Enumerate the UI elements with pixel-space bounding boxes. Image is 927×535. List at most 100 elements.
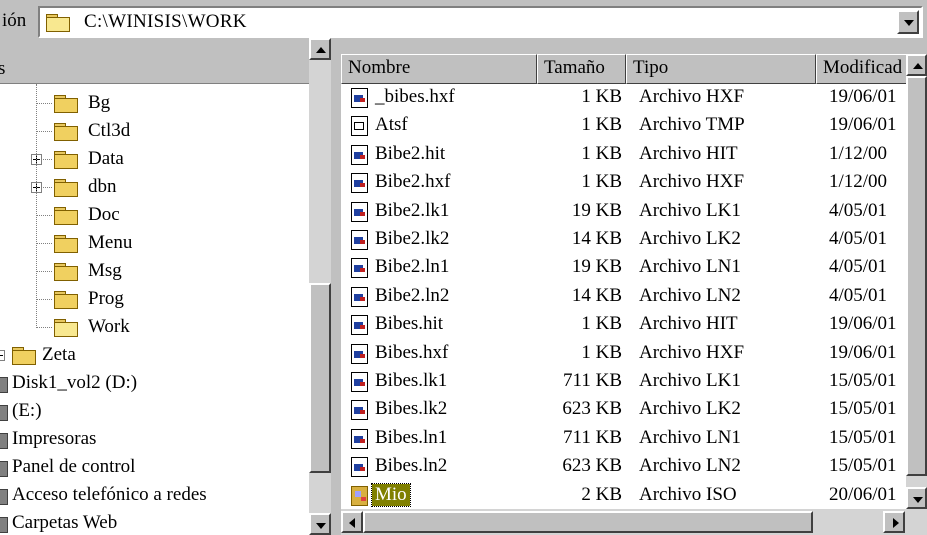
list-horizontal-scrollbar[interactable] xyxy=(341,509,927,535)
tree-item[interactable]: Panel de control xyxy=(0,455,309,481)
tree-header-label: s xyxy=(0,58,6,79)
scroll-up-button[interactable] xyxy=(906,54,927,76)
file-list[interactable]: Nombre Tamaño Tipo Modificad _bibes.hxf 1… xyxy=(341,54,927,535)
file-row[interactable]: Bibes.hit 1 KB Archivo HIT 19/06/01 xyxy=(341,312,907,338)
file-icon xyxy=(351,286,368,307)
tree-item[interactable]: Acceso telefónico a redes xyxy=(0,483,309,509)
file-type: Archivo ISO xyxy=(639,483,737,505)
folder-icon xyxy=(12,347,36,365)
file-row[interactable]: Bibes.hxf 1 KB Archivo HXF 19/06/01 xyxy=(341,341,907,367)
web-folders-icon xyxy=(0,517,8,533)
tree-item[interactable]: Work xyxy=(0,315,309,341)
file-row[interactable]: Mio 2 KB Archivo ISO 20/06/01 xyxy=(341,482,907,509)
tree-item[interactable]: Disk1_vol2 (D:) xyxy=(0,371,309,397)
tree-item[interactable]: Carpetas Web xyxy=(0,511,309,535)
address-dropdown-button[interactable] xyxy=(897,10,919,34)
control-panel-icon xyxy=(0,461,8,477)
drive-icon xyxy=(0,405,8,421)
tree-item-label: Ctl3d xyxy=(88,120,131,141)
folder-icon xyxy=(46,13,72,33)
file-icon xyxy=(351,258,368,279)
tree-header: s xyxy=(0,54,331,84)
file-size: 711 KB xyxy=(563,426,622,448)
scroll-up-button[interactable] xyxy=(309,38,331,60)
tree-item-label: Acceso telefónico a redes xyxy=(12,484,207,505)
folder-tree[interactable]: s Bg Ctl3d Data dbn Doc Menu Msg Prog Work Zeta Di… xyxy=(0,54,331,535)
scroll-down-button[interactable] xyxy=(906,487,927,509)
file-modified: 4/05/01 xyxy=(829,256,888,278)
address-combobox[interactable]: C:\WINISIS\WORK xyxy=(38,6,923,38)
file-row[interactable]: Atsf 1 KB Archivo TMP 19/06/01 xyxy=(341,113,907,139)
file-type: Archivo HXF xyxy=(639,86,745,107)
file-type: Archivo LK2 xyxy=(639,398,741,420)
address-path[interactable]: C:\WINISIS\WORK xyxy=(84,11,247,33)
file-modified: 15/05/01 xyxy=(829,455,897,477)
file-row[interactable]: Bibe2.lk2 14 KB Archivo LK2 4/05/01 xyxy=(341,227,907,253)
file-type: Archivo HIT xyxy=(639,142,738,164)
file-name: Atsf xyxy=(375,114,408,136)
column-header-modified[interactable]: Modificad xyxy=(816,54,916,84)
file-name: Bibe2.lk2 xyxy=(375,228,450,249)
tree-item[interactable]: Impresoras xyxy=(0,427,309,453)
tree-item[interactable]: Data xyxy=(0,147,309,173)
column-header-name[interactable]: Nombre xyxy=(341,54,537,84)
file-row[interactable]: Bibes.lk1 711 KB Archivo LK1 15/05/01 xyxy=(341,369,907,395)
cd-drive-icon xyxy=(0,377,8,393)
tree-item[interactable]: Doc xyxy=(0,203,309,229)
list-vertical-scrollbar[interactable] xyxy=(906,54,927,509)
pane-splitter[interactable] xyxy=(331,48,341,535)
folder-icon xyxy=(54,207,78,225)
tree-item[interactable]: Bg xyxy=(0,91,309,117)
file-row[interactable]: Bibe2.ln2 14 KB Archivo LN2 4/05/01 xyxy=(341,284,907,310)
tree-item[interactable]: Menu xyxy=(0,231,309,257)
scroll-thumb[interactable] xyxy=(363,511,813,533)
tree-item[interactable]: Prog xyxy=(0,287,309,313)
file-type: Archivo LK2 xyxy=(639,228,741,249)
column-header-type[interactable]: Tipo xyxy=(626,54,816,84)
file-row[interactable]: Bibe2.hit 1 KB Archivo HIT 1/12/00 xyxy=(341,142,907,168)
file-type: Archivo LN2 xyxy=(639,455,741,477)
scroll-thumb[interactable] xyxy=(906,76,927,476)
file-size: 1 KB xyxy=(581,142,622,164)
tree-item[interactable]: (E:) xyxy=(0,399,309,425)
tree-item-label: Panel de control xyxy=(12,456,136,477)
file-modified: 4/05/01 xyxy=(829,199,888,221)
scroll-right-button[interactable] xyxy=(883,511,905,533)
file-row[interactable]: Bibes.ln1 711 KB Archivo LN1 15/05/01 xyxy=(341,426,907,452)
file-row[interactable]: Bibe2.hxf 1 KB Archivo HXF 1/12/00 xyxy=(341,170,907,196)
expand-plus-icon[interactable] xyxy=(0,350,5,361)
open-folder-icon xyxy=(54,319,78,337)
file-icon xyxy=(351,315,368,336)
file-size: 19 KB xyxy=(571,199,622,221)
scroll-thumb[interactable] xyxy=(309,283,331,473)
file-size: 711 KB xyxy=(563,370,622,391)
tree-item[interactable]: Ctl3d xyxy=(0,119,309,145)
folder-icon xyxy=(54,179,78,197)
column-header-size[interactable]: Tamaño xyxy=(537,54,626,84)
file-row[interactable]: _bibes.hxf 1 KB Archivo HXF 19/06/01 xyxy=(341,85,907,111)
file-icon xyxy=(351,428,368,449)
file-row[interactable]: Bibe2.lk1 19 KB Archivo LK1 4/05/01 xyxy=(341,199,907,225)
tree-item-label: Menu xyxy=(88,232,133,253)
tree-item-label: (E:) xyxy=(12,400,42,421)
tree-item-label: Prog xyxy=(88,288,124,309)
file-row[interactable]: Bibes.lk2 623 KB Archivo LK2 15/05/01 xyxy=(341,397,907,423)
tree-vertical-scrollbar[interactable] xyxy=(309,38,331,535)
folder-icon xyxy=(54,123,78,141)
file-type: Archivo LK1 xyxy=(639,370,741,391)
file-name: _bibes.hxf xyxy=(375,86,455,107)
tree-item[interactable]: Zeta xyxy=(0,343,309,369)
tree-item[interactable]: Msg xyxy=(0,259,309,285)
address-label: ión xyxy=(2,10,27,31)
file-icon xyxy=(351,343,368,364)
file-name: Bibe2.lk1 xyxy=(375,199,450,221)
tree-item[interactable]: dbn xyxy=(0,175,309,201)
file-row[interactable]: Bibes.ln2 623 KB Archivo LN2 15/05/01 xyxy=(341,454,907,480)
file-type: Archivo LN2 xyxy=(639,284,741,306)
file-row[interactable]: Bibe2.ln1 19 KB Archivo LN1 4/05/01 xyxy=(341,255,907,281)
file-name: Bibes.hxf xyxy=(375,341,449,363)
file-modified: 19/06/01 xyxy=(829,114,897,136)
scroll-left-button[interactable] xyxy=(341,511,363,533)
file-name: Bibes.lk1 xyxy=(375,370,448,391)
scroll-down-button[interactable] xyxy=(309,513,331,535)
